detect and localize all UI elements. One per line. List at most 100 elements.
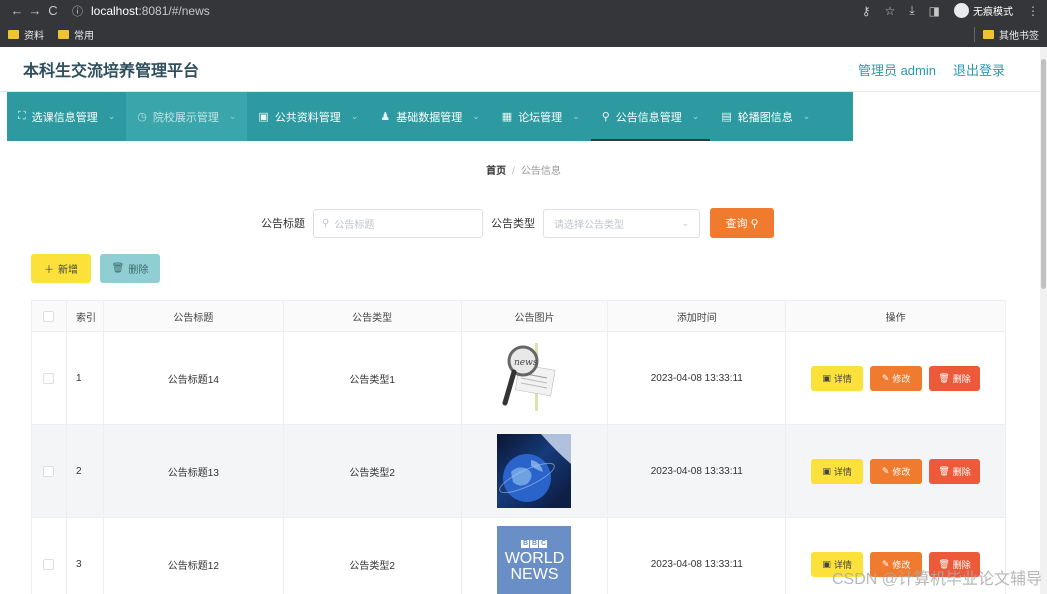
search-icon: ⚲ <box>750 217 759 230</box>
key-icon[interactable]: ⚷ <box>862 4 871 18</box>
forward-icon[interactable]: → <box>26 3 44 18</box>
incognito-badge[interactable]: 无痕模式 <box>954 3 1013 18</box>
edit-icon: ✎ <box>881 372 890 383</box>
search-icon: ⚲ <box>322 217 330 229</box>
row-time: 2023-04-08 13:33:11 <box>608 425 787 517</box>
url-host: localhost <box>91 3 139 18</box>
detail-label: 详情 <box>833 466 852 477</box>
star-icon[interactable]: ☆ <box>885 4 896 18</box>
row-index: 1 <box>67 332 104 424</box>
header-title: 公告标题 <box>104 301 284 331</box>
url-path: :8081/#/news <box>138 3 210 18</box>
menu-label: 轮播图信息 <box>737 111 793 124</box>
row-checkbox[interactable] <box>43 465 55 477</box>
app-header: 本科生交流培养管理平台 管理员 admin 退出登录 <box>0 47 1040 92</box>
search-form: 公告标题 ⚲ 公告标题 公告类型 请选择公告类型 ⌄ 查询 ⚲ <box>261 208 774 238</box>
chevron-down-icon: ⌄ <box>107 111 116 121</box>
delete-button[interactable]: 🗑 删除 <box>929 365 981 391</box>
title-search-input[interactable]: ⚲ 公告标题 <box>313 208 483 238</box>
sidepanel-icon[interactable]: ◨ <box>929 4 940 18</box>
reload-icon[interactable]: C <box>44 3 62 18</box>
incognito-icon <box>954 3 969 18</box>
bookmark-folder[interactable]: 资料 <box>8 27 44 42</box>
edit-label: 修改 <box>892 373 911 384</box>
delete-button[interactable]: 🗑 删除 <box>929 458 981 484</box>
menu-item-materials[interactable]: ▣ 公共资料管理 ⌄ <box>247 92 369 141</box>
breadcrumb-current: 公告信息 <box>520 166 561 177</box>
delete-label: 删除 <box>952 466 971 477</box>
back-icon[interactable]: ← <box>8 3 26 18</box>
user-icon: ♟ <box>380 111 391 123</box>
logout-link[interactable]: 退出登录 <box>953 60 1005 79</box>
table-header: 索引 公告标题 公告类型 公告图片 添加时间 操作 <box>32 301 1006 332</box>
chevron-down-icon: ⌄ <box>681 217 689 228</box>
header-ops: 操作 <box>786 301 1006 331</box>
batch-delete-button[interactable]: 🗑 删除 <box>100 254 160 283</box>
folder-icon <box>58 29 69 39</box>
detail-icon: ▣ <box>822 558 831 569</box>
menu-label: 基础数据管理 <box>396 111 463 124</box>
info-icon[interactable]: ⓘ <box>72 3 83 19</box>
row-ops: ▣ 详情 ✎ 修改 🗑 删除 <box>786 425 1006 517</box>
menu-item-basedata[interactable]: ♟ 基础数据管理 ⌄ <box>369 92 490 141</box>
row-image-cell <box>462 425 609 517</box>
row-checkbox[interactable] <box>43 558 55 570</box>
edit-button[interactable]: ✎ 修改 <box>870 458 923 484</box>
clock-icon: ◷ <box>137 111 147 123</box>
row-title: 公告标题14 <box>104 332 284 424</box>
menu-label: 选课信息管理 <box>31 111 98 124</box>
breadcrumb-home[interactable]: 首页 <box>486 166 506 177</box>
trash-icon: 🗑 <box>938 372 950 383</box>
chevron-down-icon: ⌄ <box>572 111 580 121</box>
detail-button[interactable]: ▣ 详情 <box>811 365 864 391</box>
page-scrollbar[interactable] <box>1040 47 1047 594</box>
chevron-down-icon: ⌄ <box>350 111 359 121</box>
news-thumbnail: news <box>497 341 571 415</box>
type-placeholder: 请选择公告类型 <box>554 219 624 231</box>
other-bookmarks[interactable]: 其他书签 <box>974 26 1039 42</box>
chevron-down-icon: ⌄ <box>802 111 811 121</box>
scroll-thumb[interactable] <box>1041 59 1046 289</box>
chevron-down-icon: ⌄ <box>228 111 237 121</box>
bookmark-label: 资料 <box>24 30 44 42</box>
menu-item-schools[interactable]: ◷ 院校展示管理 ⌄ <box>126 92 248 141</box>
header-index: 索引 <box>67 301 104 331</box>
add-label: 新增 <box>58 265 78 276</box>
title-placeholder: 公告标题 <box>334 219 375 231</box>
menu-label: 公共资料管理 <box>274 111 341 124</box>
query-button[interactable]: 查询 ⚲ <box>710 208 774 238</box>
row-ops: ▣ 详情 ✎ 修改 🗑 删除 <box>786 332 1006 424</box>
bookmark-folder[interactable]: 常用 <box>58 27 94 42</box>
row-title: 公告标题13 <box>104 425 284 517</box>
trash-icon: 🗑 <box>938 465 950 476</box>
detail-button[interactable]: ▣ 详情 <box>811 458 864 484</box>
menu-item-forum[interactable]: ▦ 论坛管理 ⌄ <box>491 92 591 141</box>
edit-icon: ✎ <box>881 465 890 476</box>
table-row: 1 公告标题14 公告类型1 news 2023-04-08 13:33:11 … <box>32 332 1006 425</box>
add-button[interactable]: ＋ 新增 <box>31 254 91 283</box>
kebab-menu-icon[interactable]: ⋮ <box>1027 4 1039 18</box>
edit-button[interactable]: ✎ 修改 <box>870 365 923 391</box>
type-select[interactable]: 请选择公告类型 ⌄ <box>543 208 700 238</box>
select-all-checkbox[interactable] <box>43 310 55 322</box>
menu-item-carousel[interactable]: ▤ 轮播图信息 ⌄ <box>710 92 821 141</box>
chevron-down-icon: ⌄ <box>691 111 700 121</box>
menu-item-news[interactable]: ⚲ 公告信息管理 ⌄ <box>590 92 711 141</box>
address-bar[interactable]: localhost:8081/#/news <box>91 4 210 18</box>
bookmarks-bar: 资料 常用 其他书签 <box>0 21 1047 47</box>
batch-delete-label: 删除 <box>128 265 149 276</box>
expand-icon: ⛶ <box>18 110 26 122</box>
menu-label: 公告信息管理 <box>615 111 682 124</box>
main-menu: ⛶ 选课信息管理 ⌄ ◷ 院校展示管理 ⌄ ▣ 公共资料管理 ⌄ ♟ 基础数据管理 ⌄ ▦ 论坛管… <box>7 92 853 141</box>
incognito-label: 无痕模式 <box>973 7 1013 18</box>
row-select-cell <box>32 518 67 594</box>
folder-icon <box>8 29 19 39</box>
breadcrumb: 首页 / 公告信息 <box>0 162 1047 177</box>
table-row: 2 公告标题13 公告类型2 2023-04-08 13:33:11 ▣ 详情 ✎… <box>32 425 1006 518</box>
current-user: 管理员 admin <box>857 62 936 78</box>
delete-label: 删除 <box>952 373 971 384</box>
menu-label: 论坛管理 <box>518 111 563 124</box>
row-checkbox[interactable] <box>43 372 55 384</box>
download-icon[interactable]: ⤓ <box>909 3 914 18</box>
menu-item-course[interactable]: ⛶ 选课信息管理 ⌄ <box>7 92 126 141</box>
